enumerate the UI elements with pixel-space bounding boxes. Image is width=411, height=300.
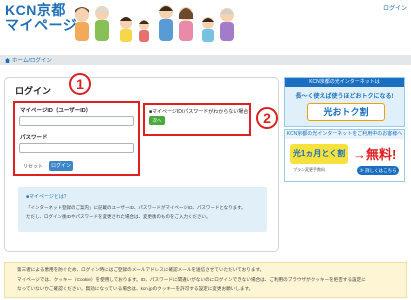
help-line1: 「インターネット登録のご案内」に記載のユーザーID、パスワードがマイページID、… <box>26 205 246 210</box>
notice-line3: なっていないかご確認ください。無効になっている場合は、kcn.jpのクッキーを許… <box>17 286 254 291</box>
password-input[interactable] <box>19 143 134 153</box>
annotation-badge-2: 2 <box>256 107 278 129</box>
banner2-badge: 光1ヵ月とく割 <box>290 144 348 164</box>
logo-line2: マイページ <box>5 17 78 33</box>
breadcrumb: ホーム/ログイン <box>0 55 411 65</box>
reset-button[interactable]: リセット <box>23 163 43 170</box>
banner1-title: 光おトク割 <box>307 103 385 121</box>
forgot-credentials-box: ■マイページID/パスワードがわからない場合 次へ <box>143 103 251 136</box>
breadcrumb-current: ログイン <box>29 58 52 64</box>
password-label: パスワード <box>20 135 48 141</box>
login-form: マイページID（ユーザーID） パスワード リセット ログイン <box>13 101 140 176</box>
banner2-free-label: →無料! <box>353 147 397 162</box>
banner2-note: プラン変更手数料 <box>293 167 325 172</box>
forgot-text: ■マイページID/パスワードがわからない場合 <box>149 109 249 115</box>
logo-line1: KCN京都 <box>5 2 66 18</box>
header-login-link[interactable]: ログイン <box>383 3 407 12</box>
id-label: マイページID（ユーザーID） <box>20 108 92 114</box>
tokuwari-banner[interactable]: KCN京都の光インターネットをご利用中のお客様へ 光1ヵ月とく割 →無料! プラ… <box>284 129 405 182</box>
help-line2: ただし、ログイン後IDやパスワードを変更された場合は、変更後のものをご入力くださ… <box>26 214 211 219</box>
notice-box: 第三者による悪用を防ぐため、ログイン時にはご登録のメールアドレスに確認メールを送… <box>4 262 407 298</box>
home-icon <box>5 58 10 64</box>
otoku-wari-banner[interactable]: KCN京都の光インターネットは 長〜く使えば使うほどおトクになる! 光おトク割 <box>284 77 405 127</box>
help-title[interactable]: ■マイページとは？ <box>26 193 69 200</box>
mypage-help-box: ■マイページとは？ 「インターネット登録のご案内」に記載のユーザーID、パスワー… <box>18 187 267 232</box>
page-title: ログイン <box>15 86 52 96</box>
banner1-header: KCN京都の光インターネットは <box>285 78 404 87</box>
notice-line1: 第三者による悪用を防ぐため、ログイン時にはご登録のメールアドレスに確認メールを送… <box>17 267 265 272</box>
banner1-subtitle: 長〜く使えば使うほどおトクになる! <box>295 94 394 100</box>
login-button[interactable]: ログイン <box>49 161 73 171</box>
family-illustration <box>75 5 234 42</box>
annotation-badge-1: 1 <box>69 73 91 95</box>
site-header: KCN京都 マイページ ログイン <box>0 0 411 44</box>
banner2-header: KCN京都の光インターネットをご利用中のお客様へ <box>285 130 404 139</box>
notice-line2: マイページでは、クッキー（Cookie）を使用しております。ID、パスワードに間… <box>17 277 366 282</box>
next-button[interactable]: 次へ <box>149 116 165 125</box>
mypage-id-input[interactable] <box>19 116 134 126</box>
breadcrumb-home[interactable]: ホーム <box>12 58 28 64</box>
breadcrumb-trail: ホーム/ログイン <box>5 56 52 64</box>
kcn-logo[interactable]: KCN京都 マイページ <box>5 2 78 33</box>
banner2-more-button[interactable]: ≫ 詳しくはこちら <box>357 166 399 175</box>
